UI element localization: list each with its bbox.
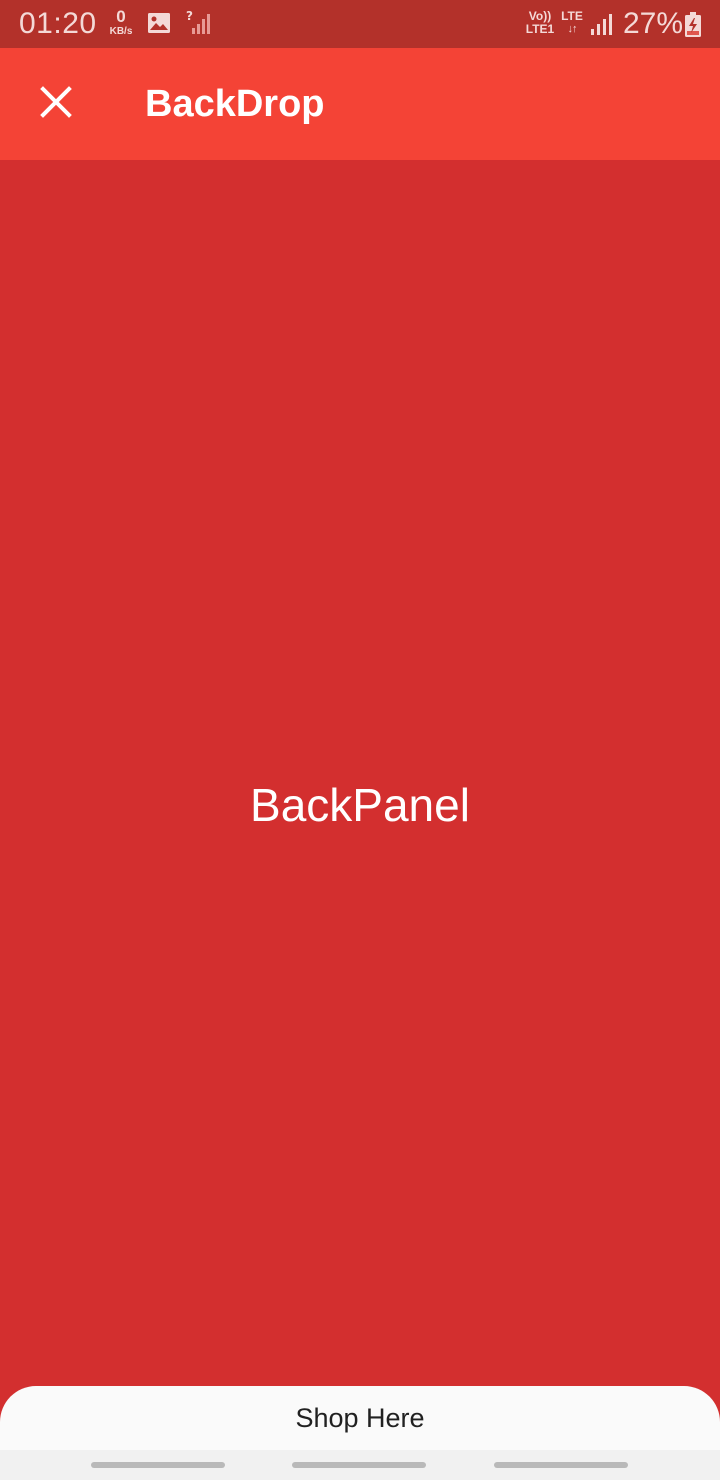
page-title: BackDrop [145, 83, 325, 125]
svg-text:?: ? [186, 10, 193, 23]
status-time: 01:20 [19, 7, 97, 40]
volte-bottom-label: LTE1 [525, 22, 555, 36]
image-icon [147, 12, 171, 39]
data-activity-icon: ↓↑ [567, 23, 578, 35]
app-bar: BackDrop [0, 48, 720, 160]
back-panel-label: BackPanel [250, 779, 470, 831]
close-icon [40, 85, 72, 123]
lte-label: LTE [561, 9, 583, 23]
close-button[interactable] [28, 76, 84, 132]
network-speed-unit: KB/s [109, 26, 133, 37]
no-signal-icon: ? [186, 9, 210, 41]
nav-handle-back[interactable] [494, 1462, 628, 1468]
nav-handle-home[interactable] [292, 1462, 426, 1468]
navigation-bar [0, 1450, 720, 1480]
network-speed: 0 KB/s [104, 7, 138, 38]
battery-charging-icon [684, 12, 702, 43]
front-panel-title: Shop Here [295, 1403, 425, 1433]
battery-percent: 27% [623, 7, 684, 40]
network-speed-value: 0 [116, 7, 126, 26]
status-bar: 01:20 0 KB/s ? Vo)) LTE1 LTE ↓↑ 27% [0, 0, 720, 48]
volte-indicator: Vo)) LTE1 [523, 10, 557, 36]
lte-indicator: LTE ↓↑ [558, 10, 586, 36]
signal-icon [590, 12, 614, 41]
nav-handle-recents[interactable] [91, 1462, 225, 1468]
back-panel: BackPanel [0, 160, 720, 1386]
